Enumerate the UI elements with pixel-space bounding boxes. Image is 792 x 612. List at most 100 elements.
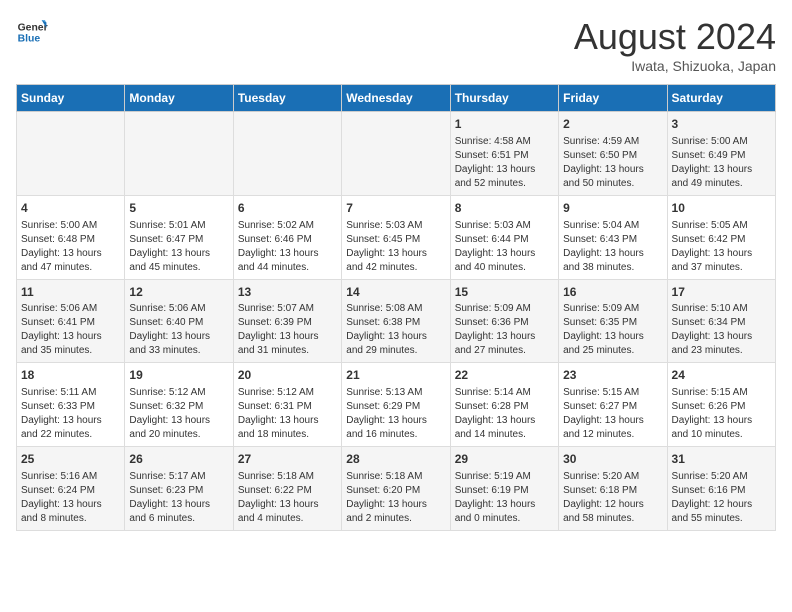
calendar-cell: 18 Sunrise: 5:11 AM Sunset: 6:33 PM Dayli… — [17, 363, 125, 447]
calendar-cell: 22 Sunrise: 5:14 AM Sunset: 6:28 PM Dayli… — [450, 363, 558, 447]
calendar-cell: 12Sunrise: 5:06 AM Sunset: 6:40 PM Dayli… — [125, 279, 233, 363]
calendar-cell: 23 Sunrise: 5:15 AM Sunset: 6:27 PM Dayli… — [559, 363, 667, 447]
logo: General Blue — [16, 16, 48, 48]
calendar-cell: 9 Sunrise: 5:04 AM Sunset: 6:43 PM Daylig… — [559, 195, 667, 279]
day-number: 26 — [129, 451, 228, 468]
calendar-cell: 19 Sunrise: 5:12 AM Sunset: 6:32 PM Dayli… — [125, 363, 233, 447]
day-number: 25 — [21, 451, 120, 468]
calendar-cell: 10 Sunrise: 5:05 AM Sunset: 6:42 PM Dayli… — [667, 195, 775, 279]
day-info: Sunrise: 5:17 AM Sunset: 6:23 PM Dayligh… — [129, 470, 228, 526]
day-info: Sunrise: 5:15 AM Sunset: 6:27 PM Dayligh… — [563, 386, 662, 442]
day-number: 20 — [238, 367, 337, 384]
day-info: Sunrise: 5:08 AM Sunset: 6:38 PM Dayligh… — [346, 302, 445, 358]
calendar-cell: 24Sunrise: 5:15 AM Sunset: 6:26 PM Dayli… — [667, 363, 775, 447]
day-info: Sunrise: 5:00 AM Sunset: 6:48 PM Dayligh… — [21, 219, 120, 275]
calendar-cell: 13Sunrise: 5:07 AM Sunset: 6:39 PM Dayli… — [233, 279, 341, 363]
calendar-header: SundayMondayTuesdayWednesdayThursdayFrid… — [17, 85, 776, 112]
day-number: 22 — [455, 367, 554, 384]
day-info: Sunrise: 5:09 AM Sunset: 6:35 PM Dayligh… — [563, 302, 662, 358]
calendar-cell: 8 Sunrise: 5:03 AM Sunset: 6:44 PM Daylig… — [450, 195, 558, 279]
day-info: Sunrise: 5:05 AM Sunset: 6:42 PM Dayligh… — [672, 219, 771, 275]
day-number: 31 — [672, 451, 771, 468]
day-info: Sunrise: 5:11 AM Sunset: 6:33 PM Dayligh… — [21, 386, 120, 442]
header: General Blue August 2024 Iwata, Shizuoka… — [16, 16, 776, 74]
day-info: Sunrise: 5:02 AM Sunset: 6:46 PM Dayligh… — [238, 219, 337, 275]
day-number: 3 — [672, 116, 771, 133]
day-number: 8 — [455, 200, 554, 217]
day-info: Sunrise: 5:18 AM Sunset: 6:20 PM Dayligh… — [346, 470, 445, 526]
day-number: 6 — [238, 200, 337, 217]
day-number: 18 — [21, 367, 120, 384]
day-number: 19 — [129, 367, 228, 384]
calendar-cell: 11Sunrise: 5:06 AM Sunset: 6:41 PM Dayli… — [17, 279, 125, 363]
day-number: 27 — [238, 451, 337, 468]
day-number: 17 — [672, 284, 771, 301]
day-info: Sunrise: 5:06 AM Sunset: 6:41 PM Dayligh… — [21, 302, 120, 358]
day-info: Sunrise: 5:19 AM Sunset: 6:19 PM Dayligh… — [455, 470, 554, 526]
day-info: Sunrise: 5:13 AM Sunset: 6:29 PM Dayligh… — [346, 386, 445, 442]
calendar-table: SundayMondayTuesdayWednesdayThursdayFrid… — [16, 84, 776, 531]
svg-text:General: General — [18, 22, 48, 33]
day-info: Sunrise: 4:59 AM Sunset: 6:50 PM Dayligh… — [563, 135, 662, 191]
calendar-week-row: 1 Sunrise: 4:58 AM Sunset: 6:51 PM Daylig… — [17, 112, 776, 196]
subtitle: Iwata, Shizuoka, Japan — [574, 58, 776, 74]
day-info: Sunrise: 5:00 AM Sunset: 6:49 PM Dayligh… — [672, 135, 771, 191]
day-info: Sunrise: 5:15 AM Sunset: 6:26 PM Dayligh… — [672, 386, 771, 442]
calendar-cell: 6 Sunrise: 5:02 AM Sunset: 6:46 PM Daylig… — [233, 195, 341, 279]
weekday-header-monday: Monday — [125, 85, 233, 112]
calendar-cell: 4 Sunrise: 5:00 AM Sunset: 6:48 PM Daylig… — [17, 195, 125, 279]
day-info: Sunrise: 5:14 AM Sunset: 6:28 PM Dayligh… — [455, 386, 554, 442]
calendar-cell — [17, 112, 125, 196]
calendar-cell: 2 Sunrise: 4:59 AM Sunset: 6:50 PM Daylig… — [559, 112, 667, 196]
calendar-cell: 17Sunrise: 5:10 AM Sunset: 6:34 PM Dayli… — [667, 279, 775, 363]
calendar-cell: 3 Sunrise: 5:00 AM Sunset: 6:49 PM Daylig… — [667, 112, 775, 196]
weekday-header-saturday: Saturday — [667, 85, 775, 112]
day-info: Sunrise: 5:06 AM Sunset: 6:40 PM Dayligh… — [129, 302, 228, 358]
calendar-cell: 5 Sunrise: 5:01 AM Sunset: 6:47 PM Daylig… — [125, 195, 233, 279]
day-number: 12 — [129, 284, 228, 301]
day-info: Sunrise: 5:01 AM Sunset: 6:47 PM Dayligh… — [129, 219, 228, 275]
day-info: Sunrise: 5:03 AM Sunset: 6:44 PM Dayligh… — [455, 219, 554, 275]
day-number: 7 — [346, 200, 445, 217]
calendar-cell: 30 Sunrise: 5:20 AM Sunset: 6:18 PM Dayli… — [559, 447, 667, 531]
day-number: 11 — [21, 284, 120, 301]
calendar-cell: 1 Sunrise: 4:58 AM Sunset: 6:51 PM Daylig… — [450, 112, 558, 196]
weekday-header-sunday: Sunday — [17, 85, 125, 112]
calendar-cell — [125, 112, 233, 196]
day-info: Sunrise: 5:12 AM Sunset: 6:32 PM Dayligh… — [129, 386, 228, 442]
day-number: 21 — [346, 367, 445, 384]
day-number: 10 — [672, 200, 771, 217]
day-info: Sunrise: 5:09 AM Sunset: 6:36 PM Dayligh… — [455, 302, 554, 358]
day-number: 14 — [346, 284, 445, 301]
logo-icon: General Blue — [16, 16, 48, 48]
calendar-week-row: 4 Sunrise: 5:00 AM Sunset: 6:48 PM Daylig… — [17, 195, 776, 279]
day-number: 9 — [563, 200, 662, 217]
calendar-cell: 27Sunrise: 5:18 AM Sunset: 6:22 PM Dayli… — [233, 447, 341, 531]
weekday-header-tuesday: Tuesday — [233, 85, 341, 112]
day-number: 28 — [346, 451, 445, 468]
day-info: Sunrise: 5:20 AM Sunset: 6:18 PM Dayligh… — [563, 470, 662, 526]
calendar-cell — [233, 112, 341, 196]
calendar-cell: 15Sunrise: 5:09 AM Sunset: 6:36 PM Dayli… — [450, 279, 558, 363]
weekday-header-thursday: Thursday — [450, 85, 558, 112]
day-number: 15 — [455, 284, 554, 301]
day-info: Sunrise: 5:04 AM Sunset: 6:43 PM Dayligh… — [563, 219, 662, 275]
day-number: 2 — [563, 116, 662, 133]
day-info: Sunrise: 5:03 AM Sunset: 6:45 PM Dayligh… — [346, 219, 445, 275]
calendar-cell: 31Sunrise: 5:20 AM Sunset: 6:16 PM Dayli… — [667, 447, 775, 531]
calendar-cell: 21 Sunrise: 5:13 AM Sunset: 6:29 PM Dayli… — [342, 363, 450, 447]
day-number: 5 — [129, 200, 228, 217]
day-info: Sunrise: 4:58 AM Sunset: 6:51 PM Dayligh… — [455, 135, 554, 191]
day-info: Sunrise: 5:16 AM Sunset: 6:24 PM Dayligh… — [21, 470, 120, 526]
calendar-cell: 14Sunrise: 5:08 AM Sunset: 6:38 PM Dayli… — [342, 279, 450, 363]
weekday-header-wednesday: Wednesday — [342, 85, 450, 112]
day-number: 1 — [455, 116, 554, 133]
day-number: 4 — [21, 200, 120, 217]
main-title: August 2024 — [574, 16, 776, 58]
calendar-week-row: 25 Sunrise: 5:16 AM Sunset: 6:24 PM Dayli… — [17, 447, 776, 531]
day-number: 16 — [563, 284, 662, 301]
day-number: 30 — [563, 451, 662, 468]
weekday-header-row: SundayMondayTuesdayWednesdayThursdayFrid… — [17, 85, 776, 112]
calendar-cell: 16Sunrise: 5:09 AM Sunset: 6:35 PM Dayli… — [559, 279, 667, 363]
day-number: 23 — [563, 367, 662, 384]
